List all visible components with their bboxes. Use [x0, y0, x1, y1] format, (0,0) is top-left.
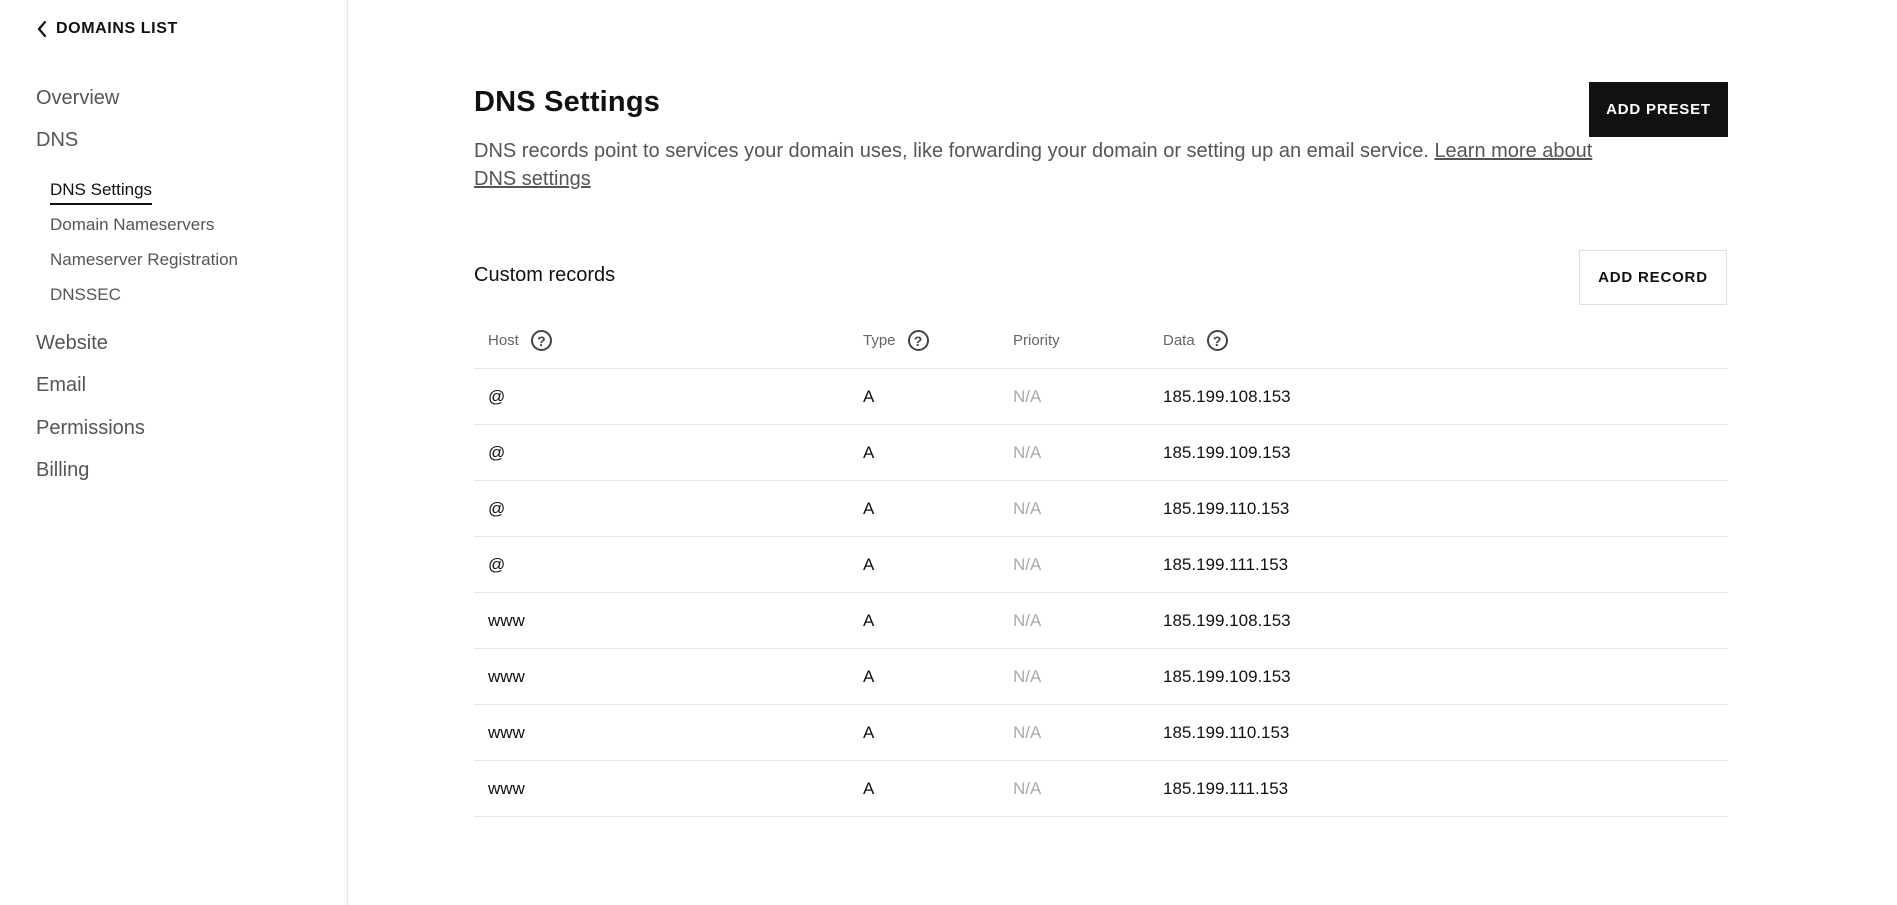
cell-type: A: [863, 555, 875, 574]
column-header-type-label: Type: [863, 332, 896, 349]
question-circle-icon[interactable]: ?: [1206, 330, 1228, 351]
cell-host: www: [488, 611, 525, 630]
cell-host: @: [488, 387, 506, 406]
column-header-type: Type ?: [863, 313, 929, 368]
cell-priority: N/A: [1013, 387, 1042, 406]
main-content: DNS Settings DNS records point to servic…: [474, 0, 1728, 905]
table-row[interactable]: www A N/A 185.199.109.153: [474, 649, 1728, 705]
cell-data: 185.199.108.153: [1163, 611, 1291, 630]
cell-type: A: [863, 779, 875, 798]
add-preset-button[interactable]: ADD PRESET: [1589, 82, 1728, 137]
page-title: DNS Settings: [474, 86, 661, 118]
cell-host: www: [488, 667, 525, 686]
chevron-left-icon: [36, 20, 48, 38]
sidebar-item-email[interactable]: Email: [36, 374, 86, 397]
sidebar-item-permissions[interactable]: Permissions: [36, 417, 145, 440]
table-row[interactable]: @ A N/A 185.199.108.153: [474, 369, 1728, 425]
sidebar-subitem-dnssec[interactable]: DNSSEC: [50, 285, 121, 305]
table-row[interactable]: www A N/A 185.199.110.153: [474, 705, 1728, 761]
cell-data: 185.199.110.153: [1163, 723, 1290, 742]
cell-type: A: [863, 611, 875, 630]
sidebar-item-billing[interactable]: Billing: [36, 459, 89, 482]
table-row[interactable]: www A N/A 185.199.111.153: [474, 761, 1728, 817]
sidebar-item-overview[interactable]: Overview: [36, 87, 119, 110]
cell-host: @: [488, 555, 506, 574]
sidebar-item-website[interactable]: Website: [36, 332, 108, 355]
column-header-priority: Priority: [1013, 313, 1060, 368]
cell-host: @: [488, 443, 506, 462]
column-header-data-label: Data: [1163, 332, 1195, 349]
cell-data: 185.199.110.153: [1163, 499, 1290, 518]
app-root: DOMAINS LIST Overview DNS DNS Settings D…: [0, 0, 1897, 905]
sidebar-subitem-domain-nameservers[interactable]: Domain Nameservers: [50, 215, 214, 235]
back-to-domains-link[interactable]: DOMAINS LIST: [36, 20, 178, 38]
sidebar: DOMAINS LIST Overview DNS DNS Settings D…: [0, 0, 348, 905]
add-record-button[interactable]: ADD RECORD: [1579, 250, 1727, 305]
dns-records-table: Host ? Type ? Priority Data ? @ A N/A 18…: [474, 313, 1728, 817]
back-link-label: DOMAINS LIST: [56, 20, 178, 37]
table-row[interactable]: www A N/A 185.199.108.153: [474, 593, 1728, 649]
cell-type: A: [863, 499, 875, 518]
cell-host: @: [488, 499, 506, 518]
column-header-priority-label: Priority: [1013, 332, 1060, 349]
cell-priority: N/A: [1013, 499, 1042, 518]
cell-priority: N/A: [1013, 611, 1042, 630]
question-circle-icon[interactable]: ?: [907, 330, 929, 351]
cell-data: 185.199.109.153: [1163, 443, 1291, 462]
sidebar-subitem-nameserver-registration[interactable]: Nameserver Registration: [50, 250, 238, 270]
cell-data: 185.199.111.153: [1163, 779, 1289, 798]
cell-type: A: [863, 443, 875, 462]
column-header-host-label: Host: [488, 332, 519, 349]
cell-priority: N/A: [1013, 723, 1042, 742]
table-row[interactable]: @ A N/A 185.199.109.153: [474, 425, 1728, 481]
page-description: DNS records point to services your domai…: [474, 137, 1594, 193]
sidebar-item-dns[interactable]: DNS: [36, 129, 78, 152]
cell-host: www: [488, 723, 525, 742]
cell-type: A: [863, 387, 875, 406]
column-header-data: Data ?: [1163, 313, 1228, 368]
custom-records-title: Custom records: [474, 264, 616, 286]
cell-priority: N/A: [1013, 667, 1042, 686]
cell-data: 185.199.111.153: [1163, 555, 1289, 574]
cell-type: A: [863, 667, 875, 686]
cell-priority: N/A: [1013, 555, 1042, 574]
column-header-host: Host ?: [488, 313, 552, 368]
table-row[interactable]: @ A N/A 185.199.110.153: [474, 481, 1728, 537]
table-row[interactable]: @ A N/A 185.199.111.153: [474, 537, 1728, 593]
sidebar-subitem-dns-settings[interactable]: DNS Settings: [50, 180, 153, 205]
cell-type: A: [863, 723, 875, 742]
cell-priority: N/A: [1013, 443, 1042, 462]
cell-data: 185.199.108.153: [1163, 387, 1291, 406]
description-text: DNS records point to services your domai…: [474, 140, 1429, 162]
table-header: Host ? Type ? Priority Data ?: [474, 313, 1728, 369]
cell-priority: N/A: [1013, 779, 1042, 798]
cell-data: 185.199.109.153: [1163, 667, 1291, 686]
cell-host: www: [488, 779, 525, 798]
question-circle-icon[interactable]: ?: [530, 330, 552, 351]
